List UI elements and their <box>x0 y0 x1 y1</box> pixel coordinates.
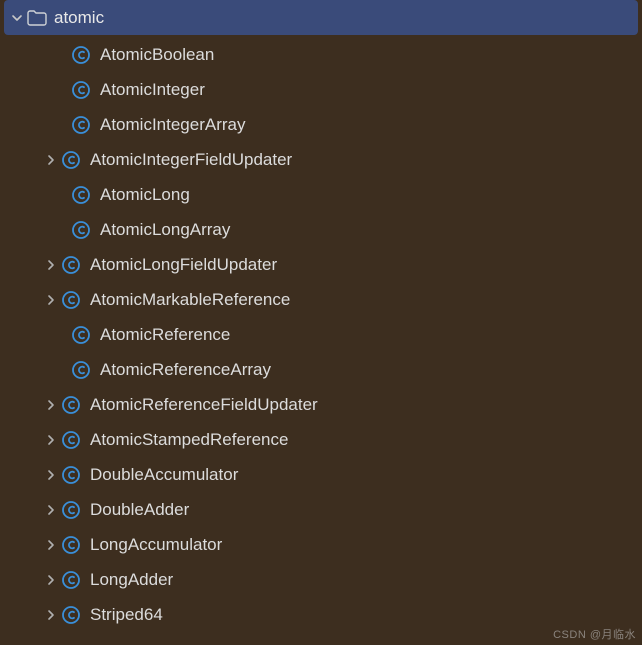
chevron-right-icon[interactable] <box>42 154 60 166</box>
class-label: AtomicBoolean <box>100 45 214 65</box>
tree-class-row[interactable]: AtomicBoolean <box>0 37 642 72</box>
class-icon <box>70 114 92 136</box>
class-icon <box>70 219 92 241</box>
class-label: AtomicReference <box>100 325 230 345</box>
tree-package-row[interactable]: atomic <box>4 0 638 35</box>
tree-class-row[interactable]: AtomicInteger <box>0 72 642 107</box>
class-label: AtomicReferenceArray <box>100 360 271 380</box>
watermark-text: CSDN @月临水 <box>553 626 636 642</box>
tree-class-row[interactable]: AtomicLongFieldUpdater <box>0 247 642 282</box>
class-icon <box>70 44 92 66</box>
class-icon <box>60 569 82 591</box>
class-label: LongAdder <box>90 570 173 590</box>
class-label: AtomicReferenceFieldUpdater <box>90 395 318 415</box>
chevron-right-icon[interactable] <box>42 259 60 271</box>
class-label: DoubleAccumulator <box>90 465 238 485</box>
class-icon <box>60 149 82 171</box>
chevron-right-icon[interactable] <box>42 434 60 446</box>
tree-class-row[interactable]: AtomicLongArray <box>0 212 642 247</box>
package-label: atomic <box>54 8 104 28</box>
class-label: AtomicIntegerArray <box>100 115 246 135</box>
class-label: DoubleAdder <box>90 500 189 520</box>
tree-class-row[interactable]: AtomicIntegerArray <box>0 107 642 142</box>
class-label: AtomicLongArray <box>100 220 230 240</box>
class-label: Striped64 <box>90 605 163 625</box>
chevron-right-icon[interactable] <box>42 609 60 621</box>
tree-class-row[interactable]: AtomicMarkableReference <box>0 282 642 317</box>
class-icon <box>70 79 92 101</box>
tree-class-row[interactable]: AtomicReference <box>0 317 642 352</box>
class-label: AtomicIntegerFieldUpdater <box>90 150 292 170</box>
class-icon <box>60 394 82 416</box>
class-label: AtomicStampedReference <box>90 430 288 450</box>
tree-class-row[interactable]: Striped64 <box>0 597 642 632</box>
class-label: AtomicMarkableReference <box>90 290 290 310</box>
class-label: AtomicLong <box>100 185 190 205</box>
tree-class-row[interactable]: LongAccumulator <box>0 527 642 562</box>
chevron-down-icon[interactable] <box>8 12 26 24</box>
chevron-right-icon[interactable] <box>42 399 60 411</box>
tree-class-row[interactable]: AtomicStampedReference <box>0 422 642 457</box>
tree-class-row[interactable]: AtomicReferenceFieldUpdater <box>0 387 642 422</box>
class-label: AtomicInteger <box>100 80 205 100</box>
class-icon <box>60 289 82 311</box>
tree-class-row[interactable]: AtomicIntegerFieldUpdater <box>0 142 642 177</box>
class-icon <box>70 324 92 346</box>
class-label: AtomicLongFieldUpdater <box>90 255 277 275</box>
class-icon <box>60 429 82 451</box>
folder-icon <box>26 7 48 29</box>
class-icon <box>60 604 82 626</box>
class-icon <box>60 499 82 521</box>
class-label: LongAccumulator <box>90 535 222 555</box>
chevron-right-icon[interactable] <box>42 539 60 551</box>
tree-class-row[interactable]: DoubleAdder <box>0 492 642 527</box>
class-icon <box>60 464 82 486</box>
tree-class-row[interactable]: AtomicReferenceArray <box>0 352 642 387</box>
class-icon <box>60 254 82 276</box>
chevron-right-icon[interactable] <box>42 504 60 516</box>
chevron-right-icon[interactable] <box>42 294 60 306</box>
tree-class-row[interactable]: DoubleAccumulator <box>0 457 642 492</box>
tree-class-row[interactable]: AtomicLong <box>0 177 642 212</box>
tree-class-row[interactable]: LongAdder <box>0 562 642 597</box>
class-icon <box>60 534 82 556</box>
chevron-right-icon[interactable] <box>42 469 60 481</box>
project-tree: atomic AtomicBoolean AtomicInteger Atomi… <box>0 0 642 632</box>
class-icon <box>70 184 92 206</box>
class-icon <box>70 359 92 381</box>
chevron-right-icon[interactable] <box>42 574 60 586</box>
